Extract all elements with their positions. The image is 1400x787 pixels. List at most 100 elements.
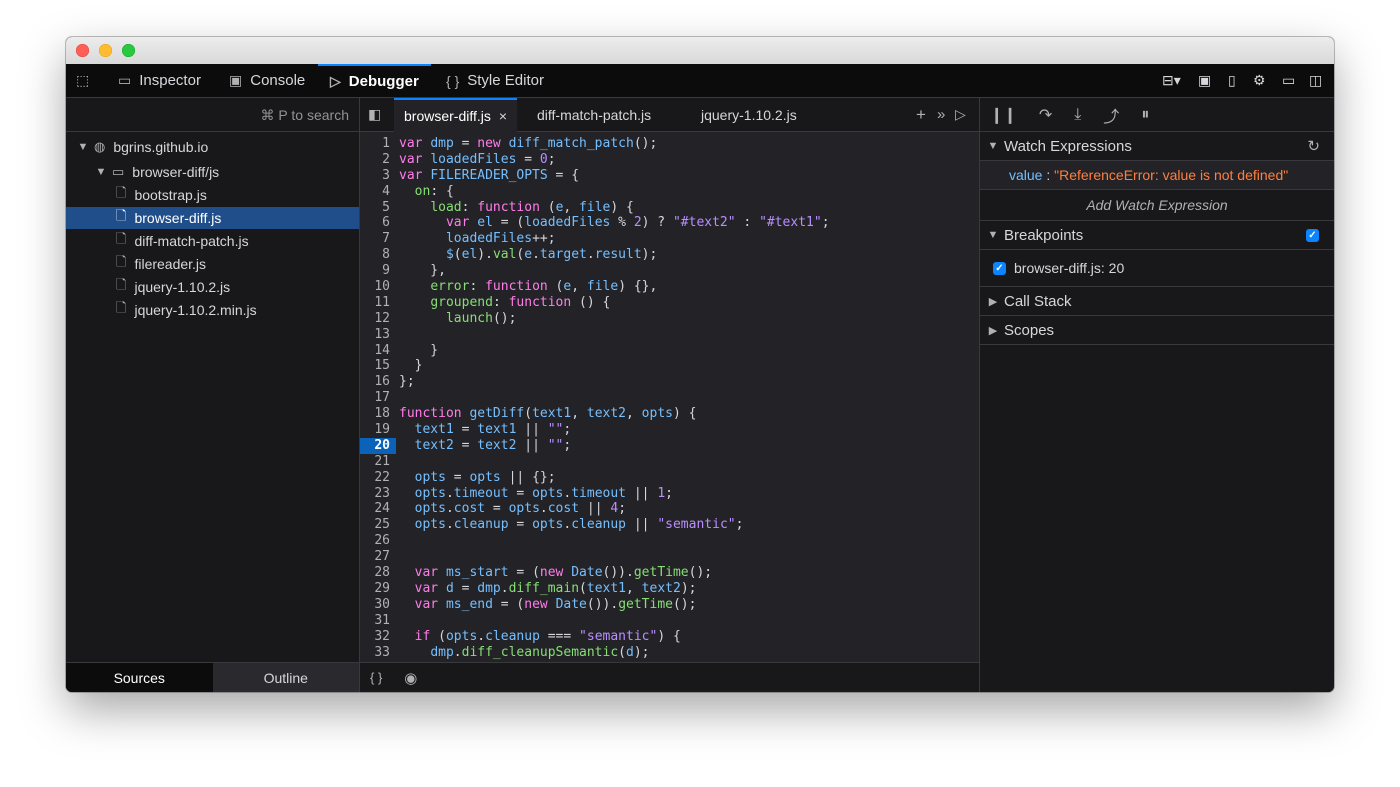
editor-tab-active[interactable]: browser-diff.js × (394, 98, 518, 132)
tree-file-selected[interactable]: 🗋 browser-diff.js (66, 207, 359, 229)
tab-label: Inspector (139, 72, 201, 89)
tab-sources[interactable]: Sources (66, 663, 213, 692)
line-number[interactable]: 19 (360, 422, 396, 438)
toggle-sidebar-button[interactable]: ▷ (955, 98, 966, 131)
line-number[interactable]: 29 (360, 581, 396, 597)
tree-file[interactable]: 🗋 diff-match-patch.js (66, 230, 359, 252)
step-out-icon[interactable]: ⤴ (1103, 103, 1119, 127)
call-stack-header[interactable]: ▶ Call Stack (980, 287, 1334, 316)
tab-debugger[interactable]: ▷ Debugger (318, 64, 431, 97)
line-number[interactable]: 3 (360, 168, 396, 184)
code-line: 13 (360, 327, 979, 343)
globe-icon: ◍ (94, 139, 106, 154)
close-window-button[interactable] (76, 44, 89, 57)
line-number[interactable]: 11 (360, 295, 396, 311)
line-number[interactable]: 33 (360, 645, 396, 661)
editor-tabs: ◧ browser-diff.js × diff-match-patch.js … (360, 98, 979, 132)
breakpoint-item[interactable]: ✓ browser-diff.js: 20 (980, 250, 1334, 287)
search-hint[interactable]: ⌘ P to search (261, 107, 349, 124)
line-number[interactable]: 15 (360, 358, 396, 374)
code-editor[interactable]: 1 var dmp = new diff_match_patch(); 2 var … (360, 136, 979, 661)
pause-on-exceptions-icon[interactable]: ⏸ (1141, 106, 1149, 124)
tree-file[interactable]: 🗋 jquery-1.10.2.js (66, 276, 359, 298)
split-console-button[interactable]: ▣ (1198, 64, 1211, 97)
line-number[interactable]: 22 (360, 470, 396, 486)
line-number[interactable]: 8 (360, 247, 396, 263)
file-icon: 🗋 (116, 208, 127, 223)
tree-file[interactable]: 🗋 jquery-1.10.2.min.js (66, 299, 359, 321)
sources-bottom-tabs: Sources Outline (66, 662, 359, 692)
code-line: 33 dmp.diff_cleanupSemantic(d); (360, 645, 979, 661)
breakpoints-header[interactable]: ▼ Breakpoints ✓ (980, 221, 1334, 250)
tree-file[interactable]: 🗋 filereader.js (66, 253, 359, 275)
line-number[interactable]: 30 (360, 597, 396, 613)
code-line: 9 }, (360, 263, 979, 279)
watch-expression-row[interactable]: value : "ReferenceError: value is not de… (980, 161, 1334, 190)
line-number[interactable]: 17 (360, 390, 396, 406)
toggle-all-breakpoints-checkbox[interactable]: ✓ (1306, 228, 1319, 242)
line-number[interactable]: 23 (360, 486, 396, 502)
responsive-design-button[interactable]: ▯ (1228, 64, 1236, 97)
refresh-icon[interactable]: ↻ (1307, 137, 1320, 155)
line-number[interactable]: 32 (360, 629, 396, 645)
close-icon[interactable]: × (499, 108, 507, 124)
line-number[interactable]: 10 (360, 279, 396, 295)
line-number[interactable]: 2 (360, 152, 396, 168)
tab-console[interactable]: ▣ Console (229, 64, 305, 97)
pause-icon[interactable]: ❙❙ (990, 105, 1017, 125)
line-number[interactable]: 26 (360, 533, 396, 549)
element-picker-button[interactable]: ⬚ (76, 64, 98, 97)
editor-tab[interactable]: jquery-1.10.2.js (701, 98, 797, 131)
add-watch-expression-input[interactable]: Add Watch Expression (980, 190, 1334, 221)
code-line: 4 on: { (360, 184, 979, 200)
line-number[interactable]: 13 (360, 327, 396, 343)
scopes-header[interactable]: ▶ Scopes (980, 316, 1334, 345)
settings-button[interactable]: ⚙ (1253, 64, 1266, 97)
more-tabs-button[interactable]: » (937, 98, 945, 131)
eye-icon[interactable]: ◉ (404, 669, 417, 687)
step-over-icon[interactable]: ↷ (1039, 105, 1052, 125)
layout-menu-button[interactable]: ⊟▾ (1162, 64, 1181, 97)
line-number[interactable]: 21 (360, 454, 396, 470)
line-number[interactable]: 1 (360, 136, 396, 152)
line-number[interactable]: 14 (360, 343, 396, 359)
tree-root[interactable]: ▼ ◍ bgrins.github.io (66, 136, 359, 158)
line-number[interactable]: 27 (360, 549, 396, 565)
line-number[interactable]: 7 (360, 231, 396, 247)
toggle-sources-button[interactable]: ◧ (368, 98, 381, 131)
tree-folder[interactable]: ▼ ▭ browser-diff/js (66, 161, 359, 183)
editor-tab[interactable]: diff-match-patch.js (537, 98, 651, 131)
dock-side-button[interactable]: ◫ (1309, 64, 1322, 97)
code-line: 21 (360, 454, 979, 470)
line-number[interactable]: 28 (360, 565, 396, 581)
tab-style-editor[interactable]: { } Style Editor (446, 64, 544, 97)
pretty-print-button[interactable]: { } (370, 670, 382, 685)
editor-tab-label: diff-match-patch.js (537, 106, 652, 123)
tab-outline[interactable]: Outline (212, 663, 359, 692)
line-number[interactable]: 31 (360, 613, 396, 629)
minimize-window-button[interactable] (99, 44, 112, 57)
zoom-window-button[interactable] (122, 44, 135, 57)
line-number[interactable]: 9 (360, 263, 396, 279)
section-title: Scopes (1004, 321, 1055, 339)
watch-expressions-header[interactable]: ▼ Watch Expressions ↻ (980, 132, 1334, 161)
breakpoint-marker[interactable]: 20 (360, 437, 396, 454)
split-console-icon: ▣ (1198, 72, 1212, 88)
step-in-icon[interactable]: ⤓ (1074, 106, 1081, 124)
line-number[interactable]: 18 (360, 406, 396, 422)
file-icon: 🗋 (116, 300, 127, 315)
breakpoint-checkbox[interactable]: ✓ (993, 261, 1006, 275)
line-number[interactable]: 12 (360, 311, 396, 327)
divider (66, 131, 359, 132)
tab-inspector[interactable]: ▭ Inspector (118, 64, 201, 97)
line-number[interactable]: 16 (360, 374, 396, 390)
line-number[interactable]: 5 (360, 200, 396, 216)
line-number[interactable]: 4 (360, 184, 396, 200)
add-tab-button[interactable]: + (916, 98, 926, 131)
line-number[interactable]: 24 (360, 501, 396, 517)
dock-bottom-button[interactable]: ▭ (1282, 64, 1295, 97)
plus-icon: + (916, 104, 926, 124)
line-number[interactable]: 25 (360, 517, 396, 533)
tree-file[interactable]: 🗋 bootstrap.js (66, 184, 359, 206)
line-number[interactable]: 6 (360, 215, 396, 231)
